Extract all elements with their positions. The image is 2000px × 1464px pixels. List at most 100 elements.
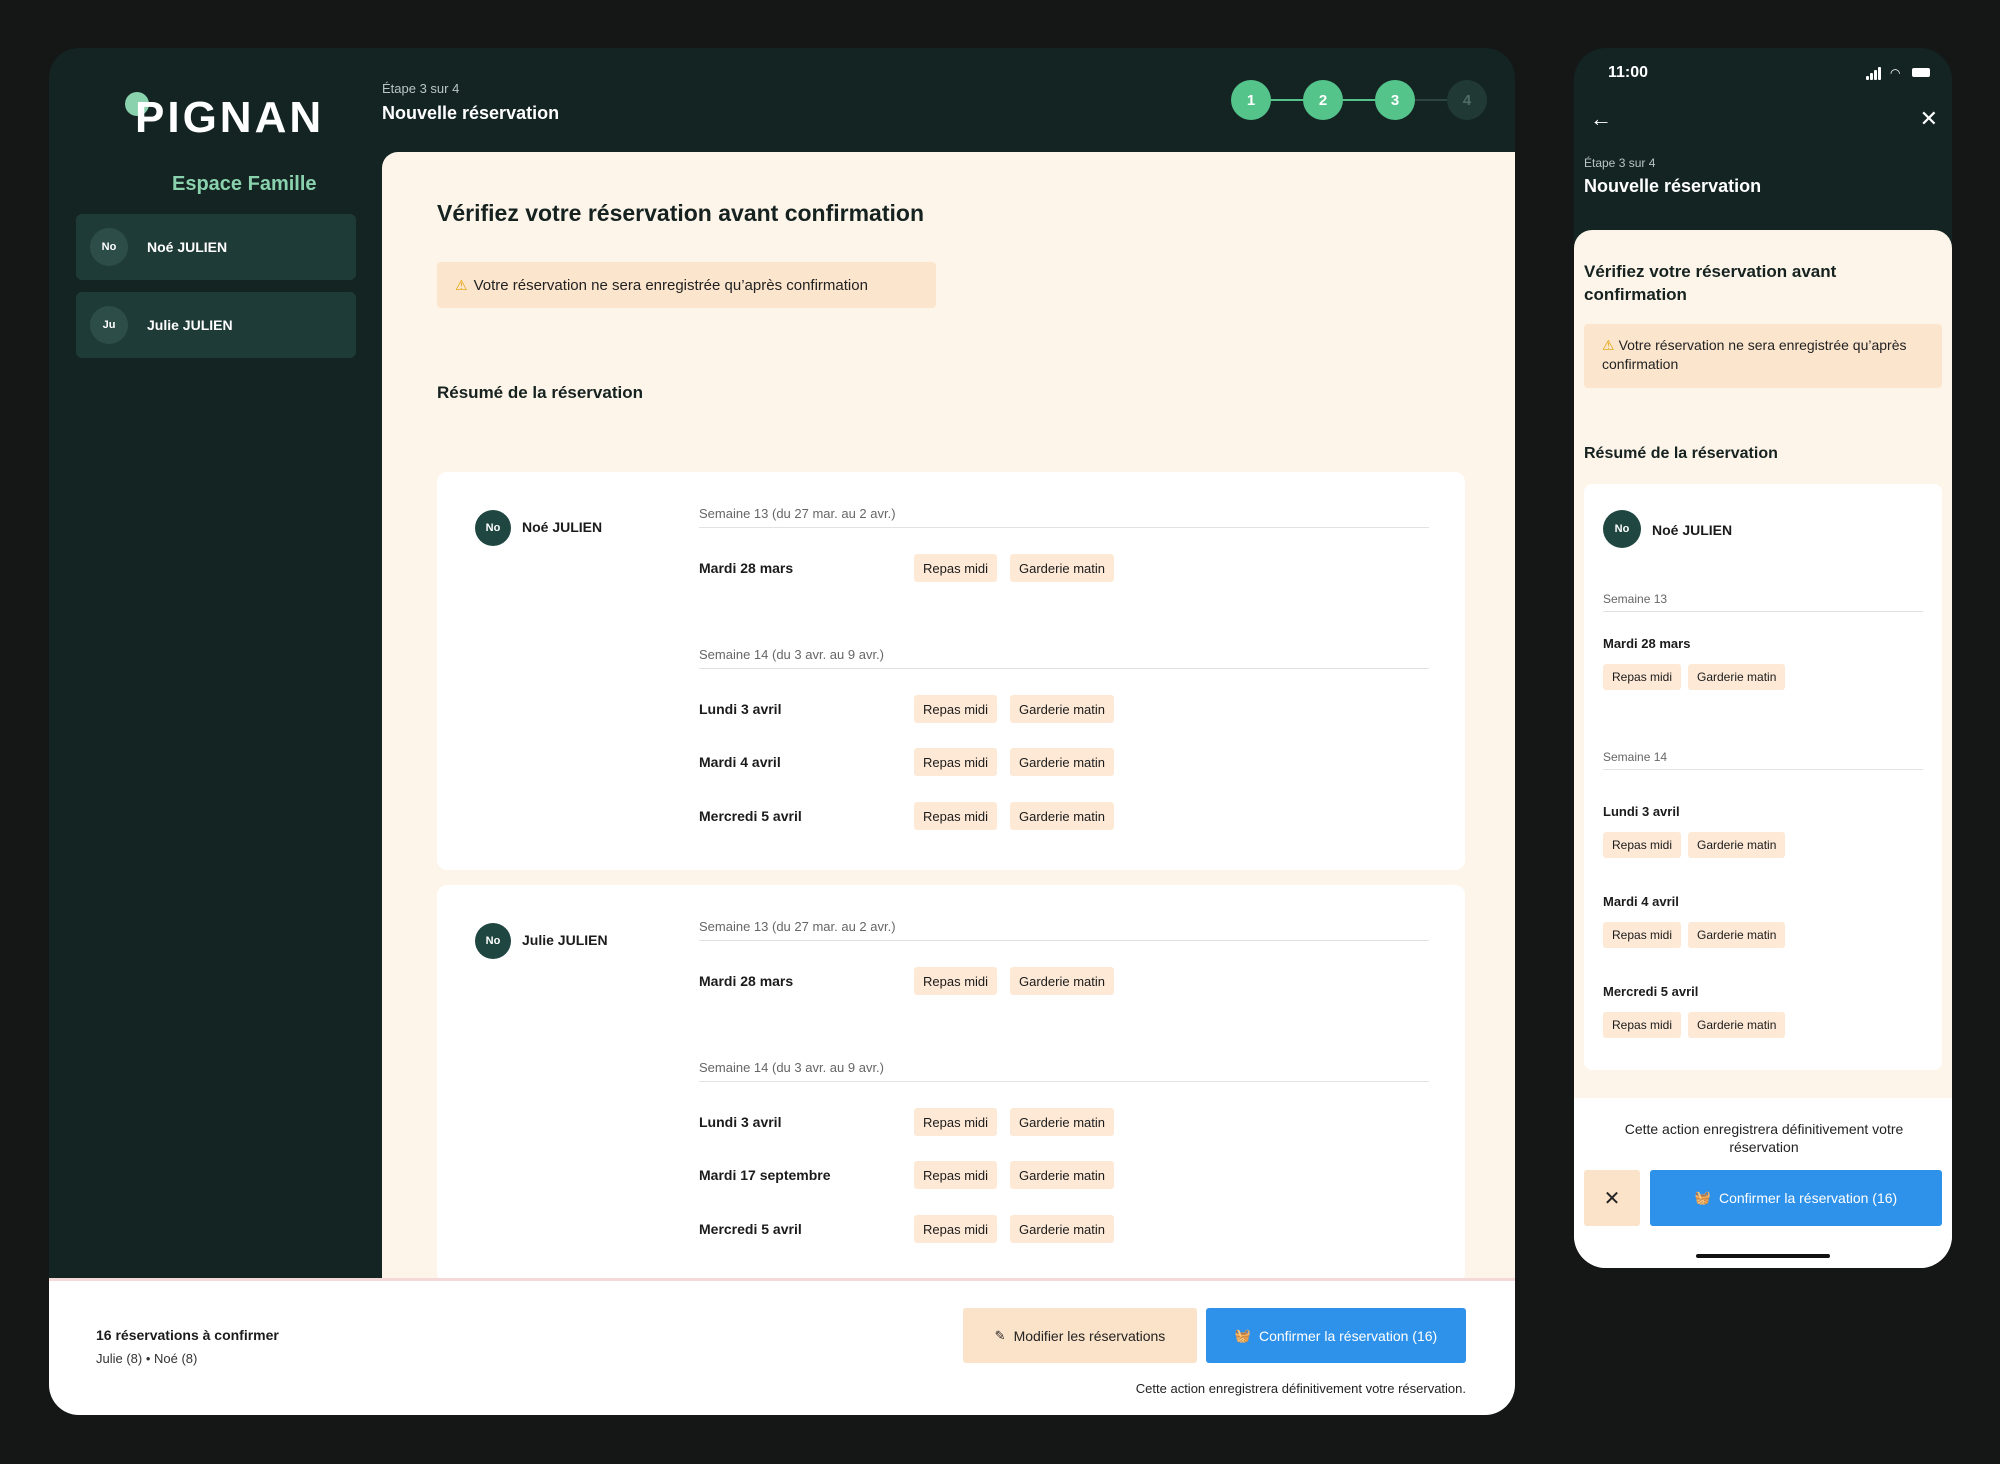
confirm-reservation-button[interactable]: 🧺 Confirmer la réservation (16) [1206, 1308, 1466, 1363]
sidebar-child-name: Noé JULIEN [147, 239, 228, 255]
tag-garderie-matin: Garderie matin [1688, 664, 1786, 690]
modify-reservations-button[interactable]: ✎ Modifier les réservations [963, 1308, 1197, 1363]
close-icon[interactable]: ✕ [1920, 108, 1938, 130]
avatar: No [475, 510, 511, 546]
step-indicator-text: Étape 3 sur 4 [1584, 156, 1656, 170]
avatar: No [475, 923, 511, 959]
tag-garderie-matin: Garderie matin [1688, 922, 1786, 948]
day-date: Mercredi 5 avril [699, 1221, 802, 1237]
avatar: No [90, 228, 128, 266]
modify-reservations-label: Modifier les réservations [1013, 1327, 1166, 1344]
tag-repas-midi: Repas midi [914, 748, 998, 776]
battery-icon [1912, 68, 1930, 77]
day-date: Lundi 3 avril [699, 1114, 782, 1130]
tag-repas-midi: Repas midi [1603, 922, 1682, 948]
main-heading: Vérifiez votre réservation avant confirm… [1584, 262, 1837, 304]
tag-repas-midi: Repas midi [1603, 664, 1682, 690]
reservation-count: 16 réservations à confirmer [96, 1327, 279, 1343]
reservation-card-noe: No Noé JULIEN Semaine 13 Mardi 28 mars R… [1584, 484, 1942, 1070]
basket-icon: 🧺 [1694, 1190, 1711, 1205]
tag-garderie-matin: Garderie matin [1010, 1161, 1114, 1189]
day-date: Mardi 4 avril [699, 754, 781, 770]
tag-repas-midi: Repas midi [914, 1108, 998, 1136]
desktop-window: PIGNAN Espace Famille No Noé JULIEN Ju J… [49, 48, 1515, 1415]
confirmation-note: Cette action enregistrera définitivement… [1135, 1381, 1466, 1396]
stepper: 1 2 3 4 [1231, 80, 1487, 120]
child-name: Noé JULIEN [522, 519, 603, 535]
sidebar-child-julie[interactable]: Ju Julie JULIEN [76, 292, 356, 358]
status-bar-icons: ◠ [1866, 66, 1930, 80]
week-label: Semaine 13 (du 27 mar. au 2 avr.) [699, 506, 1429, 528]
tag-garderie-matin: Garderie matin [1010, 695, 1114, 723]
confirm-reservation-label: Confirmer la réservation (16) [1259, 1327, 1438, 1344]
confirm-reservation-label: Confirmer la réservation (16) [1719, 1190, 1898, 1206]
back-arrow-icon[interactable]: ← [1590, 108, 1612, 130]
tag-garderie-matin: Garderie matin [1010, 1108, 1114, 1136]
action-footer: 16 réservations à confirmer Julie (8) • … [49, 1278, 1515, 1415]
pencil-icon: ✎ [994, 1327, 1006, 1343]
logo-title: PIGNAN [135, 93, 325, 142]
cancel-button[interactable]: ✕ [1584, 1170, 1640, 1226]
stepper-connector [1267, 99, 1307, 101]
day-date: Mercredi 5 avril [1603, 984, 1699, 999]
avatar: No [1603, 510, 1641, 548]
week-label: Semaine 14 (du 3 avr. au 9 avr.) [699, 1060, 1429, 1082]
signal-icon [1874, 70, 1877, 80]
day-date: Mardi 28 mars [699, 973, 794, 989]
day-row: Lundi 3 avril Repas midi Garderie matin [699, 695, 1199, 723]
wifi-icon: ◠ [1890, 66, 1901, 80]
day-row: Mardi 28 mars Repas midi Garderie matin [699, 967, 1199, 995]
tag-garderie-matin: Garderie matin [1010, 748, 1114, 776]
step-4: 4 [1447, 80, 1487, 120]
warning-text: Votre réservation ne sera enregistrée qu… [473, 276, 868, 294]
mobile-action-footer: Cette action enregistrera définitivement… [1574, 1098, 1952, 1268]
tag-repas-midi: Repas midi [914, 1215, 998, 1243]
day-date: Mardi 4 avril [1603, 894, 1679, 909]
confirm-reservation-button[interactable]: 🧺 Confirmer la réservation (16) [1650, 1170, 1942, 1226]
tag-repas-midi: Repas midi [914, 554, 998, 582]
confirmation-note: Cette action enregistrera définitivement… [1624, 1121, 1904, 1155]
tag-garderie-matin: Garderie matin [1010, 554, 1114, 582]
tag-repas-midi: Repas midi [914, 967, 998, 995]
warning-icon: ⚠ [1602, 337, 1615, 353]
week-label: Semaine 13 (du 27 mar. au 2 avr.) [699, 919, 1429, 941]
day-row: Lundi 3 avril Repas midi Garderie matin [699, 1108, 1199, 1136]
warning-text: Votre réservation ne sera enregistrée qu… [1602, 337, 1907, 372]
sidebar: PIGNAN Espace Famille No Noé JULIEN Ju J… [49, 48, 382, 1278]
tag-repas-midi: Repas midi [914, 1161, 998, 1189]
week-label: Semaine 14 [1603, 750, 1923, 770]
child-name: Julie JULIEN [522, 932, 608, 948]
tag-garderie-matin: Garderie matin [1688, 832, 1786, 858]
day-row: Mercredi 5 avril Repas midi Garderie mat… [699, 802, 1199, 830]
step-2: 2 [1303, 80, 1343, 120]
tag-repas-midi: Repas midi [914, 802, 998, 830]
tag-garderie-matin: Garderie matin [1010, 967, 1114, 995]
sidebar-child-noe[interactable]: No Noé JULIEN [76, 214, 356, 280]
status-time: 11:00 [1608, 64, 1649, 81]
close-icon: ✕ [1603, 1187, 1621, 1210]
logo: PIGNAN Espace Famille [125, 88, 325, 198]
step-3: 3 [1375, 80, 1415, 120]
tag-garderie-matin: Garderie matin [1688, 1012, 1786, 1038]
signal-icon [1866, 76, 1869, 80]
tag-garderie-matin: Garderie matin [1010, 802, 1114, 830]
mobile-window: 11:00 ◠ ← ✕ Étape 3 sur 4 Nouvelle réser… [1574, 48, 1952, 1268]
reservation-card-julie: No Julie JULIEN Semaine 13 (du 27 mar. a… [437, 885, 1465, 1283]
day-row: Mardi 4 avril Repas midi Garderie matin [699, 748, 1199, 776]
signal-icon [1878, 67, 1881, 80]
reservation-card-noe: No Noé JULIEN Semaine 13 (du 27 mar. au … [437, 472, 1465, 870]
warning-banner: ⚠ Votre réservation ne sera enregistrée … [437, 262, 936, 308]
day-date: Mardi 28 mars [699, 560, 794, 576]
reservation-breakdown: Julie (8) • Noé (8) [96, 1351, 198, 1366]
day-date: Mercredi 5 avril [699, 808, 802, 824]
basket-icon: 🧺 [1234, 1327, 1251, 1343]
sidebar-child-name: Julie JULIEN [147, 317, 233, 333]
tag-repas-midi: Repas midi [1603, 832, 1682, 858]
warning-banner: ⚠ Votre réservation ne sera enregistrée q… [1584, 324, 1942, 388]
home-indicator [1696, 1254, 1830, 1258]
day-date: Lundi 3 avril [1603, 804, 1680, 819]
stepper-connector [1339, 99, 1379, 101]
step-1: 1 [1231, 80, 1271, 120]
page-title: Nouvelle réservation [382, 103, 560, 123]
main-heading: Vérifiez votre réservation avant confirm… [437, 200, 924, 226]
